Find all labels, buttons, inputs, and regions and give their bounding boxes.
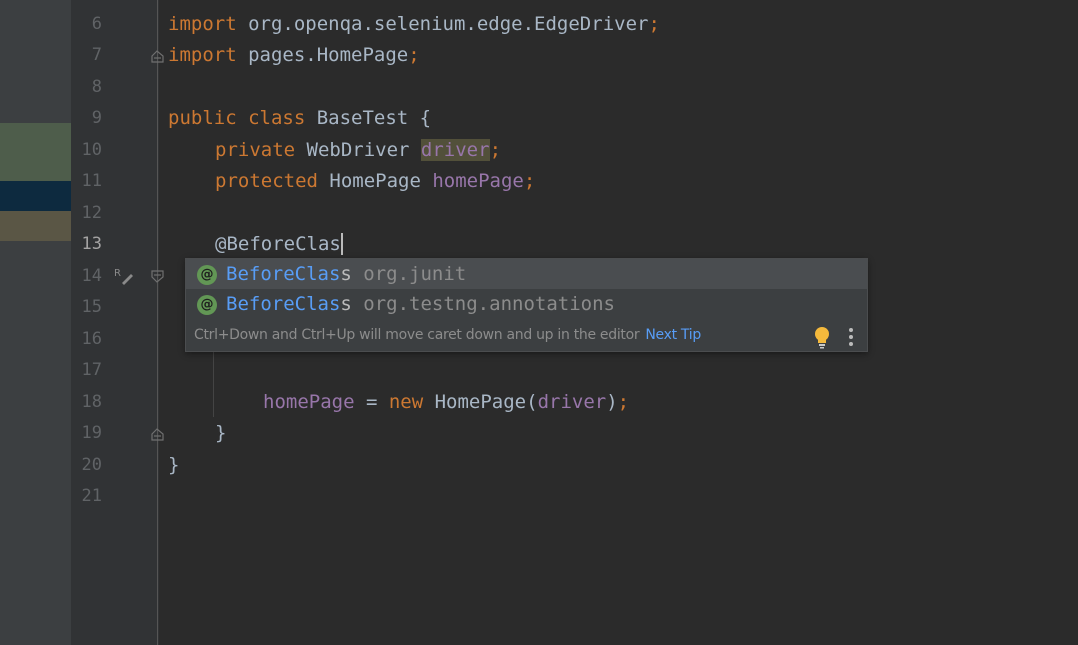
completion-tip-bar: Ctrl+Down and Ctrl+Up will move caret do… xyxy=(186,321,867,351)
line-number: 16 xyxy=(81,329,102,349)
next-tip-link[interactable]: Next Tip xyxy=(645,327,701,343)
line-number: 12 xyxy=(81,203,102,223)
line-number: 19 xyxy=(81,423,102,443)
highlighted-usage: driver xyxy=(420,139,490,161)
line-number: 18 xyxy=(81,392,102,412)
tip-text: Ctrl+Down and Ctrl+Up will move caret do… xyxy=(194,327,640,343)
line-number: 6 xyxy=(91,14,102,34)
completion-popup[interactable]: @ BeforeClass org.junit @ BeforeClass or… xyxy=(185,258,868,352)
code-line[interactable]: public class BaseTest { xyxy=(168,107,431,129)
code-line[interactable]: import org.openqa.selenium.edge.EdgeDriv… xyxy=(168,13,660,35)
code-line[interactable]: homePage = new HomePage(driver); xyxy=(263,391,629,413)
line-number: 9 xyxy=(91,108,102,128)
run-config-edit-icon[interactable]: R xyxy=(114,266,134,286)
line-number: 15 xyxy=(81,297,102,317)
line-number: 21 xyxy=(81,486,102,506)
line-number: 8 xyxy=(91,77,102,97)
line-number: 17 xyxy=(81,360,102,380)
line-number: 7 xyxy=(91,45,102,65)
annotation-icon: @ xyxy=(197,265,217,285)
code-line[interactable]: private WebDriver driver; xyxy=(215,139,501,161)
text-caret xyxy=(340,233,343,255)
line-number: 10 xyxy=(81,140,102,160)
code-line[interactable]: } xyxy=(168,454,179,476)
annotation-icon: @ xyxy=(197,295,217,315)
completion-item[interactable]: @ BeforeClass org.testng.annotations xyxy=(186,289,867,319)
code-line[interactable]: } xyxy=(215,422,226,444)
line-number: 14 xyxy=(81,266,102,286)
code-line[interactable]: import pages.HomePage; xyxy=(168,44,420,66)
line-number-current: 13 xyxy=(81,234,102,254)
strip-band-blue xyxy=(0,181,71,211)
left-tool-strip xyxy=(0,0,71,645)
code-line[interactable]: protected HomePage homePage; xyxy=(215,170,535,192)
line-number: 20 xyxy=(81,455,102,475)
strip-band-olive xyxy=(0,211,71,241)
lightbulb-icon[interactable] xyxy=(812,325,832,349)
svg-text:R: R xyxy=(114,268,121,279)
line-number: 11 xyxy=(81,171,102,191)
more-options-icon[interactable] xyxy=(844,327,858,347)
strip-band-green xyxy=(0,123,71,181)
fold-end-icon[interactable] xyxy=(151,428,164,441)
fold-end-icon[interactable] xyxy=(151,50,164,63)
gutter-divider xyxy=(157,0,158,645)
code-line-current[interactable]: @BeforeClas xyxy=(215,233,343,255)
fold-start-icon[interactable] xyxy=(151,270,164,283)
completion-item[interactable]: @ BeforeClass org.junit xyxy=(186,259,867,289)
